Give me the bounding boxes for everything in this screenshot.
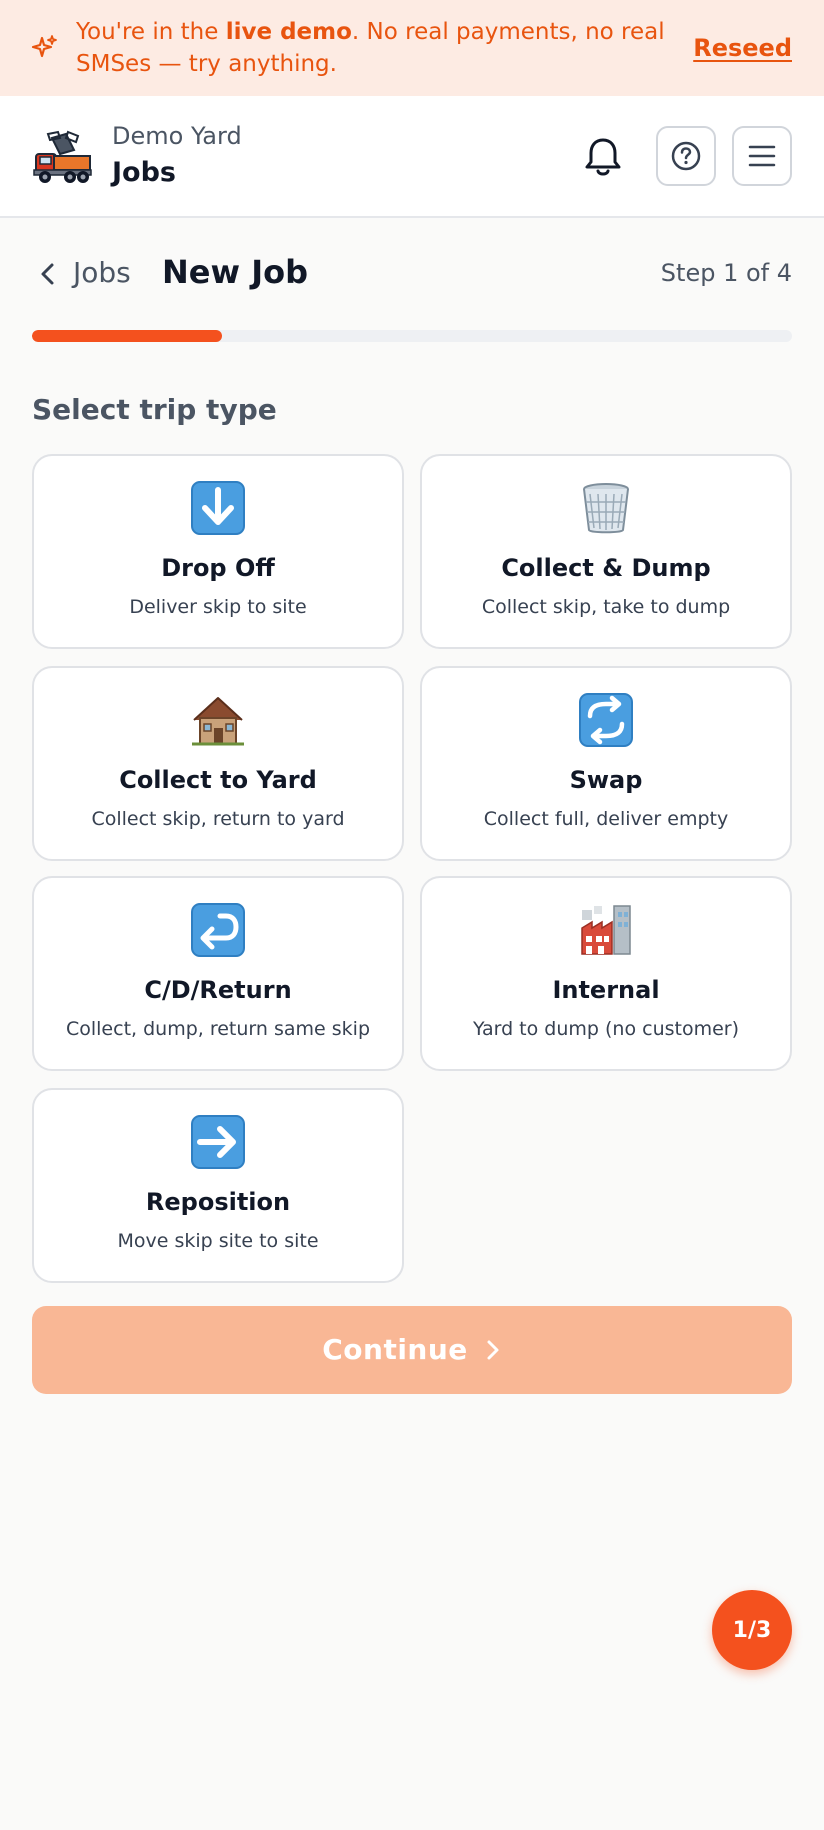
return-arrow-icon xyxy=(34,902,402,958)
card-title: Swap xyxy=(569,766,643,794)
section-label: Select trip type xyxy=(32,393,277,426)
truck-logo xyxy=(33,130,92,183)
factory-icon xyxy=(422,902,790,958)
app-header: Demo Yard Jobs xyxy=(0,96,824,218)
page-title: New Job xyxy=(162,253,308,291)
card-title: Drop Off xyxy=(161,554,275,582)
menu-icon xyxy=(748,145,776,167)
menu-button[interactable] xyxy=(732,126,792,186)
card-title: C/D/Return xyxy=(144,976,292,1004)
header-title: Jobs xyxy=(112,157,176,188)
reseed-link[interactable]: Reseed xyxy=(693,32,792,64)
card-title: Reposition xyxy=(145,1188,291,1216)
trip-type-collect-to-yard[interactable]: Collect to Yard Collect skip, return to … xyxy=(32,666,404,861)
card-description: Yard to dump (no customer) xyxy=(472,1018,740,1040)
right-arrow-icon xyxy=(34,1114,402,1170)
trip-type-collect-dump[interactable]: Collect & Dump Collect skip, take to dum… xyxy=(420,454,792,649)
down-arrow-icon xyxy=(34,480,402,536)
trip-type-cd-return[interactable]: C/D/Return Collect, dump, return same sk… xyxy=(32,876,404,1071)
card-description: Collect skip, take to dump xyxy=(481,596,731,618)
card-title: Collect & Dump xyxy=(501,554,711,582)
trip-type-swap[interactable]: Swap Collect full, deliver empty xyxy=(420,666,792,861)
swap-arrows-icon xyxy=(422,692,790,748)
wastebasket-icon xyxy=(422,480,790,536)
card-title: Collect to Yard xyxy=(119,766,317,794)
sparkle-icon xyxy=(31,35,57,58)
chevron-left-icon[interactable] xyxy=(38,262,58,286)
trip-type-drop-off[interactable]: Drop Off Deliver skip to site xyxy=(32,454,404,649)
help-icon xyxy=(671,141,701,171)
continue-button[interactable]: Continue xyxy=(32,1306,792,1394)
house-icon xyxy=(34,692,402,748)
floating-counter-label: 1/3 xyxy=(732,1617,772,1643)
trip-type-internal[interactable]: Internal Yard to dump (no customer) xyxy=(420,876,792,1071)
step-progress-fill xyxy=(32,330,222,342)
floating-counter-button[interactable]: 1/3 xyxy=(712,1590,792,1670)
step-indicator: Step 1 of 4 xyxy=(660,259,792,287)
yard-name: Demo Yard xyxy=(112,122,242,150)
trip-type-reposition[interactable]: Reposition Move skip site to site xyxy=(32,1088,404,1283)
continue-label: Continue xyxy=(322,1333,468,1366)
step-progress-bar xyxy=(32,330,792,342)
card-description: Deliver skip to site xyxy=(129,596,307,618)
card-description: Collect full, deliver empty xyxy=(483,808,729,830)
help-button[interactable] xyxy=(656,126,716,186)
bell-icon[interactable] xyxy=(583,134,623,178)
chevron-right-icon xyxy=(487,1340,499,1360)
card-description: Collect, dump, return same skip xyxy=(65,1018,371,1040)
card-description: Move skip site to site xyxy=(117,1230,319,1252)
demo-banner: You're in the live demo. No real payment… xyxy=(0,0,824,96)
card-description: Collect skip, return to yard xyxy=(91,808,345,830)
back-to-jobs-link[interactable]: Jobs xyxy=(73,255,131,291)
card-title: Internal xyxy=(552,976,660,1004)
demo-banner-text: You're in the live demo. No real payment… xyxy=(76,19,665,77)
